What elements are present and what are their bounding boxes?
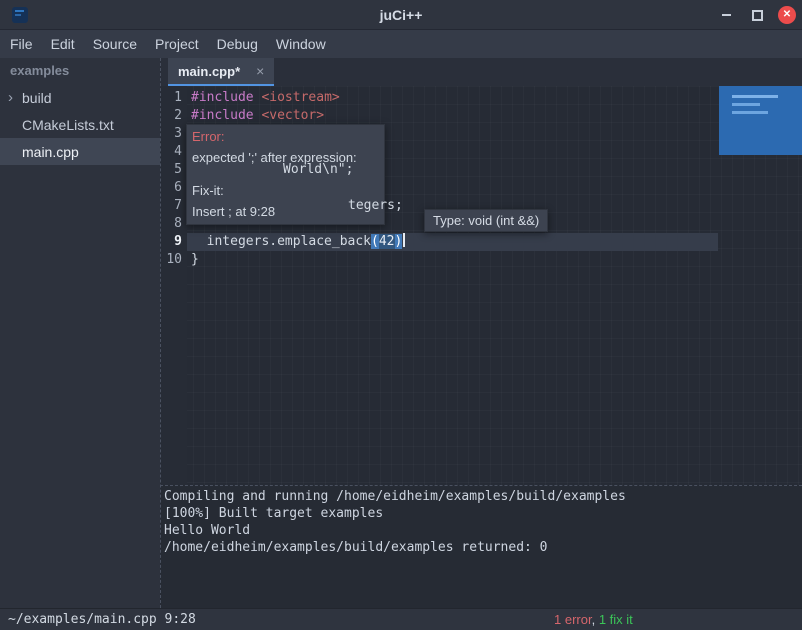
- tree-item-label: build: [22, 90, 52, 106]
- file-tree-sidebar: examples ›build CMakeLists.txt main.cpp: [0, 58, 160, 608]
- code-token: tegers;: [348, 198, 403, 213]
- sidebar-resize-handle[interactable]: [160, 58, 161, 608]
- build-output-terminal[interactable]: Compiling and running /home/eidheim/exam…: [161, 486, 802, 608]
- chevron-right-icon[interactable]: ›: [8, 89, 22, 106]
- line-number-gutter: 12345678910: [160, 86, 187, 485]
- menu-item-edit[interactable]: Edit: [42, 30, 84, 58]
- code-line-1[interactable]: #include <iostream>: [191, 89, 340, 107]
- menu-bar: FileEditSourceProjectDebugWindow: [0, 30, 802, 58]
- scroll-overview-minimap[interactable]: [719, 86, 802, 155]
- tooltip-error-label: Error:: [192, 128, 225, 146]
- tooltip-fixit-label: Fix-it:: [192, 182, 224, 200]
- tree-item-label: CMakeLists.txt: [22, 117, 114, 133]
- status-bar: ~/examples/main.cpp 9:28 1 error, 1 fix …: [0, 608, 802, 630]
- tab-bar: main.cpp* ×: [160, 58, 802, 86]
- terminal-line: Hello World: [161, 522, 802, 539]
- minimap-mark: [732, 95, 778, 98]
- tree-item-build[interactable]: ›build: [0, 84, 160, 111]
- code-token: ): [395, 234, 403, 249]
- close-button[interactable]: ✕: [778, 6, 796, 24]
- fixit-count: 1 fix it: [599, 612, 633, 627]
- line-number-5: 5: [160, 161, 182, 179]
- minimize-icon: [722, 14, 731, 16]
- code-token: World\n";: [283, 162, 353, 177]
- tree-item-main-cpp[interactable]: main.cpp: [0, 138, 160, 165]
- error-count: 1 error: [554, 612, 592, 627]
- line-number-9: 9: [160, 233, 182, 251]
- restore-icon: [752, 10, 763, 21]
- diagnostics-summary: 1 error, 1 fix it: [554, 609, 633, 630]
- code-line-10[interactable]: }: [191, 251, 199, 269]
- code-token: }: [191, 252, 199, 267]
- tree-item-cmakelists-txt[interactable]: CMakeLists.txt: [0, 111, 160, 138]
- code-token: #include: [191, 108, 261, 123]
- type-tooltip: Type: void (int &&): [424, 209, 548, 232]
- code-line-2[interactable]: #include <vector>: [191, 107, 324, 125]
- menu-item-window[interactable]: Window: [267, 30, 335, 58]
- code-token: <vector>: [261, 108, 324, 123]
- code-token: (: [371, 234, 379, 249]
- text-cursor: [403, 233, 405, 247]
- window-title: juCi++: [0, 0, 802, 30]
- line-number-2: 2: [160, 107, 182, 125]
- tree-item-label: main.cpp: [22, 144, 79, 160]
- line-number-10: 10: [160, 251, 182, 269]
- close-icon: ✕: [783, 10, 791, 20]
- line-number-1: 1: [160, 89, 182, 107]
- file-tree-items: ›build CMakeLists.txt main.cpp: [0, 84, 160, 165]
- code-token: 42: [379, 234, 395, 249]
- project-name: examples: [0, 58, 160, 84]
- minimap-mark: [732, 111, 768, 114]
- terminal-line: /home/eidheim/examples/build/examples re…: [161, 539, 802, 556]
- minimap-mark: [732, 103, 760, 106]
- menu-item-project[interactable]: Project: [146, 30, 208, 58]
- menu-item-source[interactable]: Source: [84, 30, 146, 58]
- line-number-4: 4: [160, 143, 182, 161]
- cursor-location: ~/examples/main.cpp 9:28: [8, 609, 196, 630]
- code-line-5[interactable]: World\n";: [283, 161, 353, 179]
- line-number-7: 7: [160, 197, 182, 215]
- code-token: <iostream>: [261, 90, 339, 105]
- tooltip-fixit-text: Insert ; at 9:28: [192, 203, 275, 221]
- tab-main-cpp[interactable]: main.cpp* ×: [168, 58, 274, 86]
- diagnostics-separator: ,: [592, 612, 599, 627]
- minimize-button[interactable]: [716, 5, 736, 25]
- menu-item-debug[interactable]: Debug: [208, 30, 267, 58]
- code-token: integers.emplace_back: [191, 234, 371, 249]
- line-number-3: 3: [160, 125, 182, 143]
- window-controls: ✕: [716, 0, 796, 30]
- terminal-line: [100%] Built target examples: [161, 505, 802, 522]
- tab-close-icon[interactable]: ×: [256, 64, 264, 78]
- tab-label: main.cpp*: [178, 64, 240, 79]
- terminal-line: Compiling and running /home/eidheim/exam…: [161, 488, 802, 505]
- titlebar: juCi++ ✕: [0, 0, 802, 30]
- menu-item-file[interactable]: File: [1, 30, 42, 58]
- code-token: #include: [191, 90, 261, 105]
- code-line-7[interactable]: tegers;: [348, 197, 403, 215]
- restore-button[interactable]: [747, 5, 767, 25]
- code-line-9[interactable]: integers.emplace_back(42): [191, 233, 405, 251]
- line-number-6: 6: [160, 179, 182, 197]
- line-number-8: 8: [160, 215, 182, 233]
- terminal-resize-handle[interactable]: [160, 485, 802, 486]
